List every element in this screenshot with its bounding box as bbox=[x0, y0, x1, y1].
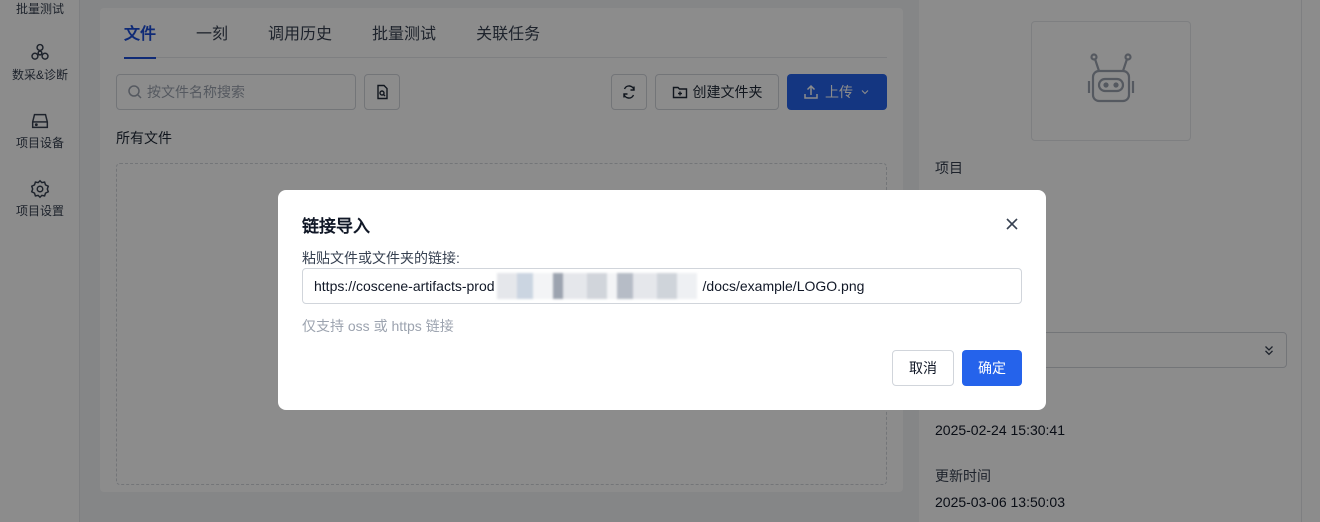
close-icon bbox=[1006, 218, 1018, 230]
link-field-label: 粘贴文件或文件夹的链接: bbox=[302, 250, 460, 266]
link-input[interactable]: https://coscene-artifacts-prod /docs/exa… bbox=[302, 268, 1022, 304]
dialog-title: 链接导入 bbox=[302, 217, 370, 236]
redacted-region bbox=[496, 273, 697, 299]
cancel-button[interactable]: 取消 bbox=[892, 350, 954, 386]
link-hint: 仅支持 oss 或 https 链接 bbox=[302, 318, 454, 334]
close-button[interactable] bbox=[1002, 214, 1022, 234]
link-url-suffix: /docs/example/LOGO.png bbox=[702, 278, 865, 294]
link-url-prefix: https://coscene-artifacts-prod bbox=[314, 278, 495, 294]
confirm-button[interactable]: 确定 bbox=[962, 350, 1022, 386]
link-import-dialog: 链接导入 粘贴文件或文件夹的链接: https://coscene-artifa… bbox=[278, 190, 1046, 410]
